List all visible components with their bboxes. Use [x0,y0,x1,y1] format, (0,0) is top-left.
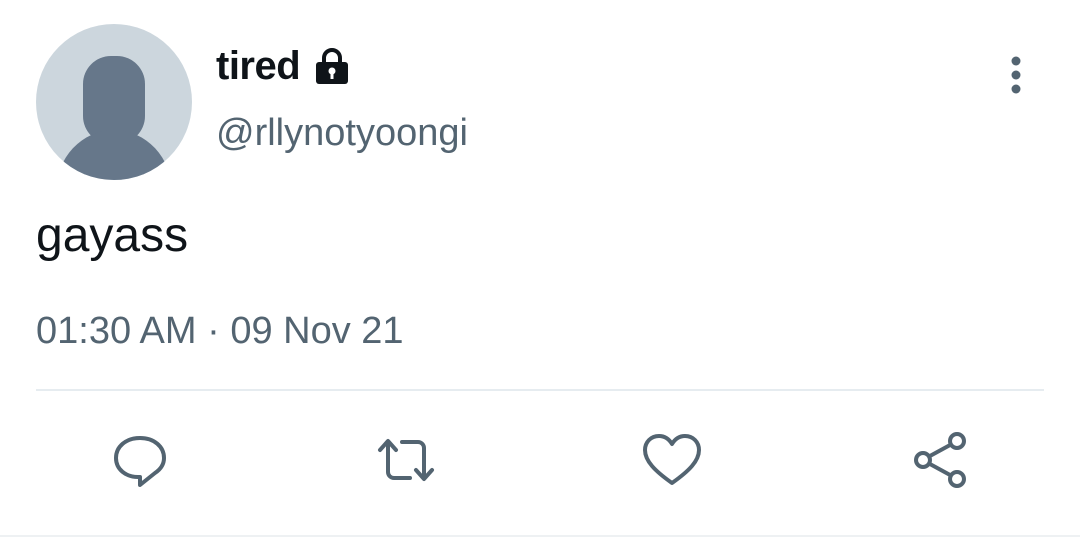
lock-icon [312,46,352,86]
vertical-ellipsis-icon [1011,56,1021,94]
retweet-icon [378,439,434,481]
divider [36,389,1044,391]
timestamp[interactable]: 01:30 AM · 09 Nov 21 [36,310,404,353]
heart-icon [643,434,701,485]
retweet-button[interactable] [374,428,438,492]
handle[interactable]: @rllynotyoongi [216,112,468,155]
like-button[interactable] [640,428,704,492]
share-icon [914,432,966,488]
more-options-button[interactable] [996,50,1036,100]
share-button[interactable] [908,428,972,492]
default-avatar-icon [57,56,171,180]
speech-bubble-icon [114,436,166,487]
display-name[interactable]: tired [216,44,301,89]
display-name-row: tired [216,42,352,90]
bottom-border [0,535,1080,537]
reply-button[interactable] [108,428,172,492]
tweet-text: gayass [36,209,189,262]
avatar[interactable] [36,24,192,180]
